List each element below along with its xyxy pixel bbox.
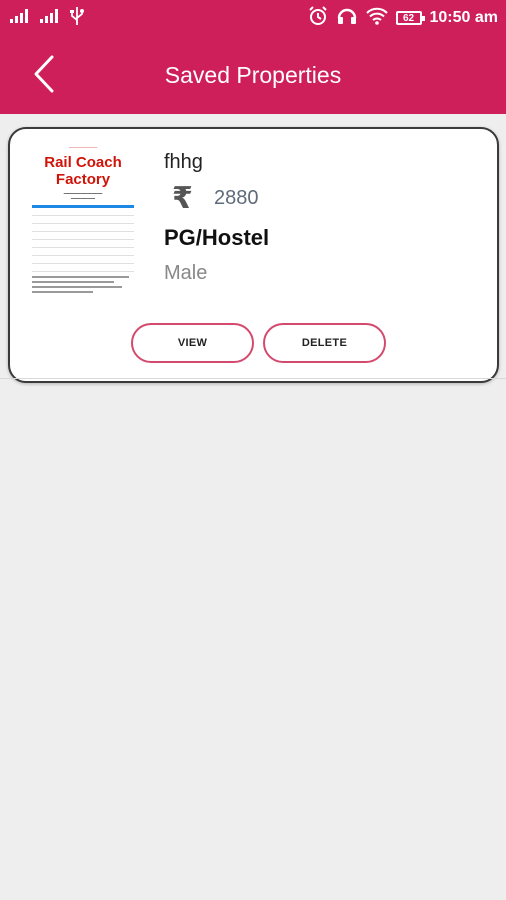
- property-price: 2880: [214, 187, 259, 209]
- view-button[interactable]: VIEW: [131, 323, 254, 363]
- rupee-icon: ₹: [172, 182, 193, 215]
- price-row: ₹ 2880: [172, 181, 259, 216]
- property-card: ────────── Rail Coach Factory ━━━━━━━━━━…: [8, 127, 499, 383]
- divider: [0, 378, 506, 379]
- property-thumbnail: ────────── Rail Coach Factory ━━━━━━━━━━…: [26, 143, 140, 309]
- delete-button[interactable]: DELETE: [263, 323, 386, 363]
- status-right: 62 10:50 am: [308, 5, 499, 32]
- poster-table: · · · · · · · · · · · · · · · ·: [32, 205, 134, 272]
- signal-icon: [40, 8, 62, 28]
- poster-footer: [32, 276, 134, 293]
- page-title: Saved Properties: [164, 61, 342, 88]
- status-bar: 62 10:50 am: [0, 0, 506, 36]
- status-time: 10:50 am: [429, 9, 499, 26]
- signal-icon: [10, 8, 32, 28]
- chevron-left-icon: [33, 55, 55, 98]
- status-left: [10, 6, 84, 30]
- poster-subtitle: ━━━━━━━━━━━━━━━━ ━━━━━━━━━━: [63, 191, 103, 201]
- headset-icon: [336, 5, 358, 32]
- app-bar: Saved Properties: [0, 36, 506, 114]
- property-type: PG/Hostel: [164, 225, 270, 250]
- back-button[interactable]: [22, 54, 66, 98]
- usb-icon: [70, 6, 84, 30]
- battery-icon: 62: [395, 11, 425, 25]
- property-gender: Male: [164, 262, 208, 284]
- property-name: fhhg: [164, 151, 203, 173]
- alarm-icon: [308, 5, 328, 31]
- poster-top-line: ──────────: [68, 145, 98, 150]
- poster-title: Rail Coach Factory: [44, 154, 122, 188]
- wifi-icon: [365, 7, 388, 30]
